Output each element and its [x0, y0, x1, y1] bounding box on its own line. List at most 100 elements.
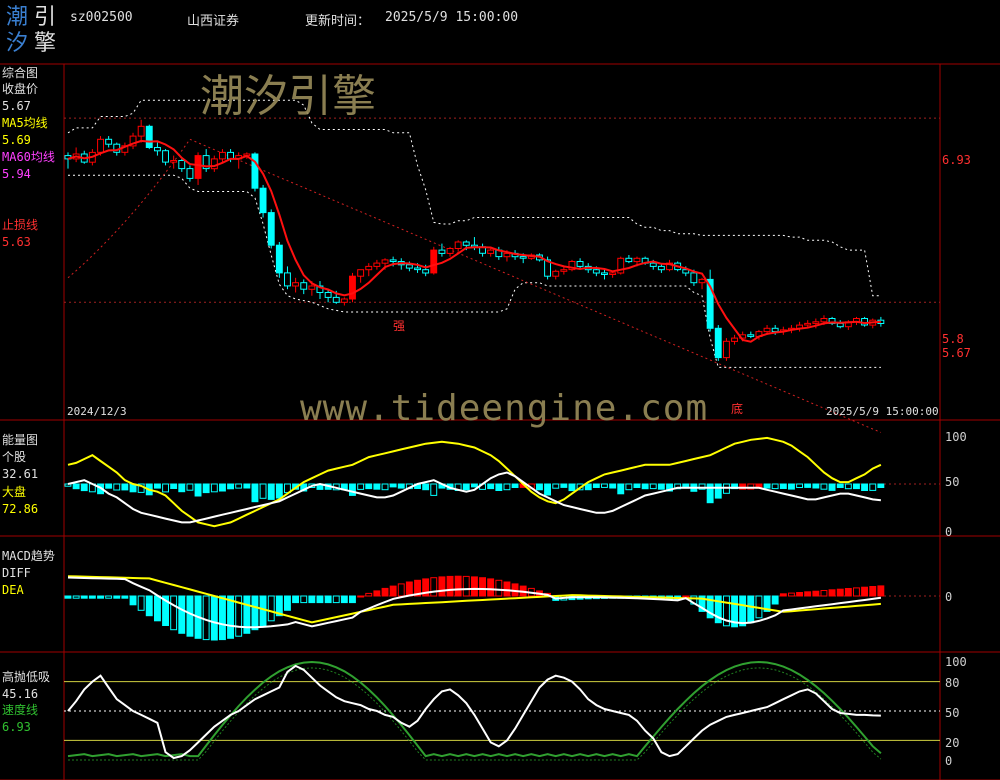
volume-bar	[617, 483, 625, 495]
volume-bar	[373, 483, 381, 490]
macd-bar	[72, 595, 80, 599]
volume-bar	[771, 483, 779, 490]
volume-bar	[365, 483, 373, 490]
volume-bar	[714, 483, 722, 499]
candle	[714, 327, 722, 359]
volume-bar	[243, 483, 251, 489]
stock-label: 个股	[2, 450, 27, 464]
volume-bar	[259, 483, 267, 499]
candle	[430, 249, 438, 274]
macd-bar	[804, 591, 812, 597]
volume-bar	[625, 483, 633, 491]
volume-bar	[430, 483, 438, 496]
macd-bar	[121, 595, 129, 599]
macd-bar	[796, 592, 803, 597]
macd-bar	[471, 576, 478, 597]
date-start: 2024/12/3	[67, 405, 127, 418]
macd-bar	[332, 595, 340, 604]
macd-bar	[154, 595, 161, 622]
macd-bar	[853, 587, 860, 597]
macd-bar	[105, 595, 113, 599]
candle	[625, 257, 633, 263]
macd-bar	[788, 592, 795, 597]
candle	[552, 270, 560, 277]
volume-bar	[178, 483, 186, 493]
candle	[267, 212, 275, 246]
speed-value: 6.93	[2, 720, 31, 734]
macd-bar	[430, 577, 438, 597]
candle	[105, 138, 113, 145]
volume-bar	[113, 483, 121, 491]
candle	[332, 296, 340, 303]
candle	[454, 241, 462, 249]
candle	[487, 249, 495, 254]
volume-bar	[210, 483, 218, 493]
volume-bar	[649, 483, 657, 490]
candle	[349, 275, 356, 300]
volume-bar	[804, 483, 812, 488]
candle	[300, 282, 308, 290]
macd-bar	[479, 577, 487, 597]
candle	[284, 272, 291, 287]
volume-bar	[357, 483, 365, 490]
macd-bar	[97, 595, 104, 599]
candle	[462, 241, 470, 246]
macd-bar	[820, 590, 828, 597]
volume-bar	[105, 483, 113, 489]
vol-tick-50: 50	[945, 475, 960, 489]
macd-bar	[145, 595, 153, 617]
macd-bar	[844, 588, 852, 597]
volume-bar	[462, 483, 470, 491]
macd-bar	[389, 585, 397, 597]
osc-tick-20: 20	[945, 736, 960, 750]
volume-bar	[536, 483, 543, 491]
speed-label: 速度线	[2, 703, 39, 717]
macd-bar	[80, 595, 88, 599]
update-label: 更新时间：	[305, 14, 371, 29]
candle	[763, 327, 771, 333]
candle	[219, 151, 226, 160]
volume-bar	[349, 483, 356, 496]
vol-tick-0: 0	[945, 525, 953, 539]
candle	[804, 322, 812, 326]
macd-bar	[308, 595, 316, 604]
volume-bar	[389, 483, 397, 488]
macd-bar	[357, 595, 365, 598]
macd-bar	[771, 595, 779, 605]
candle	[633, 257, 641, 263]
candle	[601, 272, 608, 275]
candle	[275, 244, 283, 274]
macd-panel-title: MACD趋势	[2, 549, 55, 563]
macd-bar	[869, 586, 877, 597]
macd-bar	[365, 592, 373, 597]
macd-bar	[178, 595, 186, 634]
macd-bar	[503, 581, 511, 597]
date-end: 2025/5/9 15:00:00	[826, 405, 939, 418]
logo-char: 汐	[6, 31, 29, 56]
macd-bar	[300, 595, 308, 604]
candle	[405, 264, 413, 269]
macd-bar	[210, 595, 218, 641]
macd-bar	[487, 578, 495, 597]
candle	[381, 259, 389, 264]
market-line	[67, 436, 882, 528]
candle	[324, 292, 332, 298]
macd-bar	[340, 595, 348, 604]
candle	[836, 322, 844, 328]
candle	[357, 269, 365, 277]
channel-upper-line	[67, 99, 881, 297]
macd-bar	[349, 595, 356, 604]
volume-bar	[72, 483, 80, 490]
volume-bar	[186, 483, 194, 491]
price-tick-last: 5.67	[942, 346, 971, 360]
candle	[340, 298, 348, 303]
candle	[690, 272, 698, 284]
volume-bar	[202, 483, 210, 494]
macd-bar	[251, 595, 259, 631]
candle	[170, 160, 178, 163]
candle	[137, 125, 145, 137]
osc-panel-title: 高抛低吸	[2, 670, 51, 684]
candle	[422, 269, 430, 274]
stock-name: 山西证券	[187, 14, 240, 29]
osc-line	[67, 664, 881, 760]
